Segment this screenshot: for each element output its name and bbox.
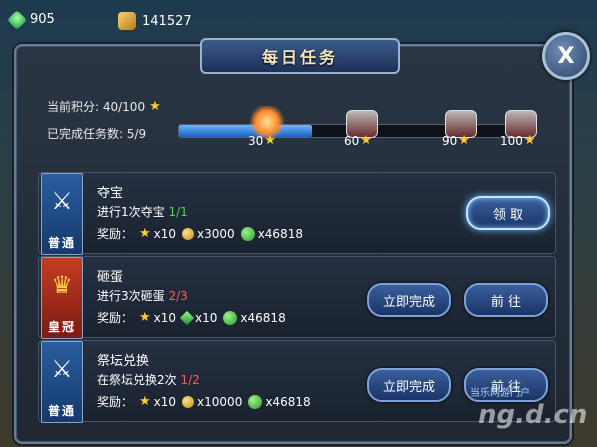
instant-complete-button[interactable]: 立即完成 (367, 283, 451, 317)
exp-orb-icon (223, 310, 238, 325)
star-icon: ★ (139, 226, 151, 241)
task-desc-text: 在祭坛兑换2次 (97, 373, 177, 387)
claim-button[interactable]: 领 取 (466, 196, 550, 230)
gem-icon (179, 310, 195, 325)
star-icon: ★ (523, 133, 536, 148)
task-name: 祭坛兑换 (97, 354, 150, 369)
milestone-value: 60 (344, 133, 360, 148)
reward-label: 奖励： (97, 395, 134, 409)
reward-exp: x46818 (240, 226, 303, 241)
gold-bars-icon (118, 12, 136, 30)
points-label: 当前积分: 40/100 (47, 100, 146, 114)
star-icon: ★ (139, 310, 151, 325)
reward-label: 奖励： (97, 227, 134, 241)
reward-value: x10 (153, 226, 177, 241)
reward-value: x10 (153, 310, 177, 325)
reward-stars: ★ x10 (139, 394, 176, 409)
reward-value: x10 (195, 310, 218, 325)
reward-stars: ★ x10 (139, 226, 176, 241)
reward-value: x10 (153, 394, 177, 409)
watermark-text: 当乐网游门户 (470, 388, 530, 399)
dialog-title: 每日任务 (200, 38, 400, 74)
coin-icon (182, 395, 195, 408)
crossed-swords-icon: ⚔ (51, 355, 73, 383)
completed-stat: 已完成任务数: 5/9 (47, 125, 146, 142)
reward-exp: x46818 (248, 394, 311, 409)
star-icon: ★ (139, 394, 151, 409)
crown-icon: ♛ (51, 271, 73, 299)
reward-gold: x10000 (182, 395, 242, 409)
top-resource-bar: 905 141527 (0, 0, 597, 38)
reward-gems: x10 (179, 310, 218, 325)
gem-icon (7, 9, 27, 30)
reward-value: x46818 (265, 394, 311, 409)
rank-label: 普通 (47, 404, 76, 418)
instant-complete-button[interactable]: 立即完成 (367, 368, 451, 402)
milestone-30: 30 ★ (248, 133, 276, 148)
reward-value: x10000 (197, 394, 243, 409)
milestone-value: 30 (248, 133, 264, 148)
task-desc-text: 进行1次夺宝 (97, 205, 165, 219)
task-name: 砸蛋 (97, 270, 124, 285)
rank-badge: ⚔ 普通 (41, 341, 83, 423)
exp-orb-icon (240, 226, 255, 241)
task-rewards: 奖励： ★ x10 x10 x46818 (97, 309, 286, 326)
task-progress: 2/3 (168, 289, 188, 303)
rank-badge: ♛ 皇冠 (41, 257, 83, 339)
task-progress: 1/2 (180, 373, 200, 387)
gem-count: 905 (30, 12, 55, 27)
crossed-swords-icon: ⚔ (51, 187, 73, 215)
reward-gold: x3000 (182, 227, 235, 241)
milestone-value: 100 (500, 133, 523, 148)
task-name: 夺宝 (97, 186, 124, 201)
reward-label: 奖励： (97, 311, 134, 325)
task-rewards: 奖励： ★ x10 x10000 x46818 (97, 393, 311, 410)
task-desc: 进行3次砸蛋 2/3 (97, 287, 188, 304)
milestone-100: 100 ★ (500, 133, 536, 148)
reward-value: x46818 (257, 226, 303, 241)
rank-label: 皇冠 (47, 320, 76, 334)
exp-orb-icon (248, 394, 263, 409)
star-icon: ★ (149, 99, 161, 114)
close-button[interactable]: X (542, 32, 590, 80)
milestone-60: 60 ★ (344, 133, 372, 148)
reward-value: x46818 (240, 310, 286, 325)
reward-exp: x46818 (223, 310, 286, 325)
milestone-value: 90 (442, 133, 458, 148)
points-stat: 当前积分: 40/100 ★ (47, 98, 161, 115)
star-icon: ★ (264, 133, 276, 148)
task-desc: 在祭坛兑换2次 1/2 (97, 371, 200, 388)
star-icon: ★ (458, 133, 470, 148)
completed-label: 已完成任务数: 5/9 (47, 127, 147, 141)
gem-counter: 905 (7, 9, 55, 30)
reward-stars: ★ x10 (139, 310, 176, 325)
task-rewards: 奖励： ★ x10 x3000 x46818 (97, 225, 303, 242)
goto-button[interactable]: 前 往 (464, 283, 548, 317)
star-icon: ★ (360, 133, 372, 148)
reward-value: x3000 (197, 226, 235, 241)
task-desc: 进行1次夺宝 1/1 (97, 203, 188, 220)
gold-count: 141527 (142, 13, 192, 29)
coin-icon (182, 227, 195, 240)
task-progress: 1/1 (168, 205, 188, 219)
task-desc-text: 进行3次砸蛋 (97, 289, 165, 303)
points-progress-fill (179, 125, 312, 137)
watermark-logo: ng.d.cn (478, 400, 588, 430)
milestone-90: 90 ★ (442, 133, 470, 148)
rank-badge: ⚔ 普通 (41, 173, 83, 255)
gold-counter: 141527 (118, 12, 192, 30)
rank-label: 普通 (47, 236, 76, 250)
